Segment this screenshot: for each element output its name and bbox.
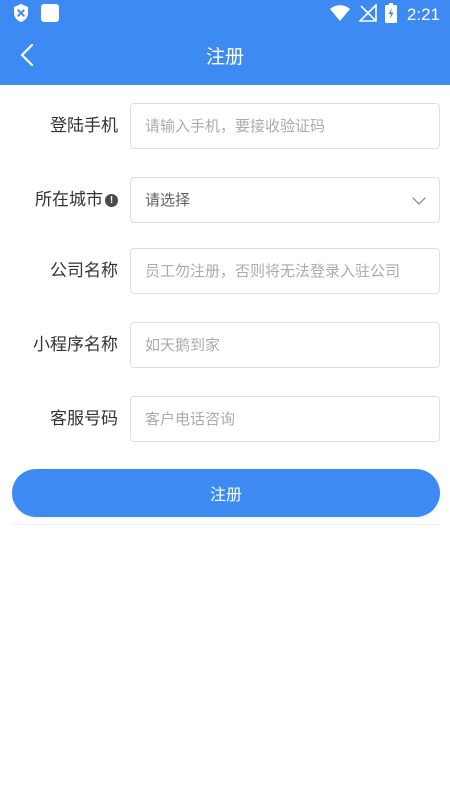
miniprogram-row: 小程序名称	[0, 322, 450, 368]
exclamation-circle-icon[interactable]: !	[105, 193, 118, 207]
shield-x-icon	[12, 3, 30, 27]
wifi-icon	[329, 4, 351, 26]
service-phone-input[interactable]	[130, 396, 440, 442]
register-screen: 2:21 注册 登陆手机 所在城市 ! 请选择	[0, 0, 450, 800]
miniprogram-label-text: 小程序名称	[33, 335, 118, 355]
status-left	[12, 4, 60, 26]
signal-icon	[357, 3, 377, 26]
nav-bar: 注册	[0, 30, 450, 85]
status-time: 2:21	[406, 5, 440, 24]
phone-input[interactable]	[130, 103, 440, 149]
company-label: 公司名称	[50, 248, 118, 294]
company-row: 公司名称	[0, 248, 450, 294]
city-row: 所在城市 ! 请选择	[0, 177, 450, 223]
battery-charging-icon	[384, 3, 397, 27]
city-select[interactable]: 请选择	[130, 177, 440, 223]
miniprogram-input[interactable]	[130, 322, 440, 368]
phone-row: 登陆手机	[0, 103, 450, 149]
city-select-value: 请选择	[145, 191, 191, 209]
status-right: 2:21	[329, 3, 440, 27]
phone-label-text: 登陆手机	[50, 116, 118, 136]
company-label-text: 公司名称	[50, 261, 118, 281]
status-bar: 2:21	[0, 0, 450, 30]
service-phone-label-text: 客服号码	[50, 409, 118, 429]
city-label: 所在城市 !	[35, 177, 118, 223]
phone-label: 登陆手机	[50, 103, 118, 149]
register-button[interactable]: 注册	[12, 469, 440, 517]
service-phone-label: 客服号码	[50, 396, 118, 442]
app-square-icon	[40, 3, 60, 27]
chevron-down-icon	[411, 193, 427, 209]
page-title: 注册	[205, 46, 244, 68]
service-phone-row: 客服号码	[0, 396, 450, 442]
city-label-text: 所在城市	[35, 190, 103, 210]
divider	[12, 524, 440, 525]
company-input[interactable]	[130, 248, 440, 294]
miniprogram-label: 小程序名称	[33, 322, 118, 368]
